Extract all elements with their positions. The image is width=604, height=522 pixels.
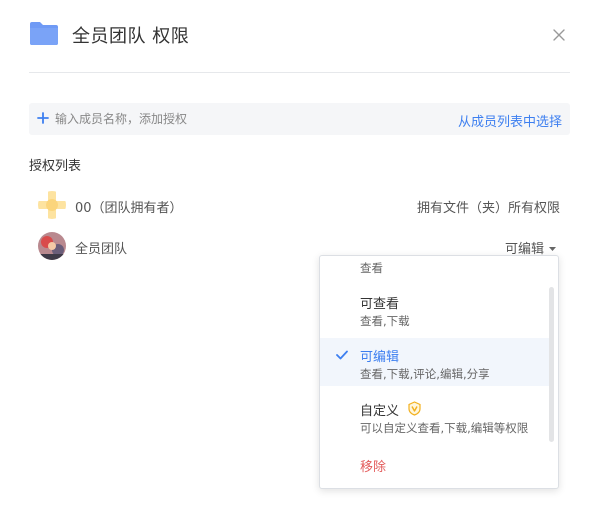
menu-item-desc: 可以自定义查看,下载,编辑等权限 xyxy=(360,421,529,435)
caret-down-icon xyxy=(549,247,556,251)
plus-icon[interactable] xyxy=(37,112,49,124)
auth-list-title: 授权列表 xyxy=(29,159,82,174)
menu-item-desc: 查看 xyxy=(360,261,383,275)
invite-bar: 从成员列表中选择 xyxy=(29,103,570,135)
check-icon xyxy=(336,350,348,360)
close-icon[interactable] xyxy=(550,26,568,44)
menu-item-label: 移除 xyxy=(360,460,387,475)
menu-item-can-edit[interactable]: 可编辑 查看,下载,评论,编辑,分享 xyxy=(320,338,550,386)
folder-icon xyxy=(30,22,58,45)
owner-avatar xyxy=(38,191,66,219)
menu-item-label: 自定义 xyxy=(360,404,400,419)
menu-item-custom[interactable]: 自定义 可以自定义查看,下载,编辑等权限 xyxy=(320,392,550,440)
dialog-title: 全员团队 权限 xyxy=(72,26,190,47)
member-search-input[interactable] xyxy=(55,103,415,135)
menu-item-label: 可查看 xyxy=(360,297,400,312)
menu-item-can-view[interactable]: 可查看 查看,下载 xyxy=(320,284,550,332)
permission-menu: 查看 可查看 查看,下载 可编辑 查看,下载,评论,编辑,分享 自定义 可以自定… xyxy=(319,255,559,489)
member-row-owner: 00（团队拥有者） 拥有文件（夹）所有权限 xyxy=(38,191,560,219)
menu-item-remove[interactable]: 移除 xyxy=(320,446,550,482)
menu-scrollbar[interactable] xyxy=(549,287,554,442)
menu-item-label: 可编辑 xyxy=(360,350,400,365)
pick-from-member-list-link[interactable]: 从成员列表中选择 xyxy=(458,111,562,130)
header-divider xyxy=(29,72,570,73)
menu-item-view-only[interactable]: 查看 xyxy=(320,256,550,280)
menu-item-desc: 查看,下载 xyxy=(360,314,410,328)
menu-item-desc: 查看,下载,评论,编辑,分享 xyxy=(360,367,490,381)
member-name: 00（团队拥有者） xyxy=(75,201,183,216)
member-name: 全员团队 xyxy=(75,242,128,257)
member-permission: 拥有文件（夹）所有权限 xyxy=(416,201,560,216)
team-avatar xyxy=(38,232,66,260)
vip-badge-icon xyxy=(408,401,421,416)
